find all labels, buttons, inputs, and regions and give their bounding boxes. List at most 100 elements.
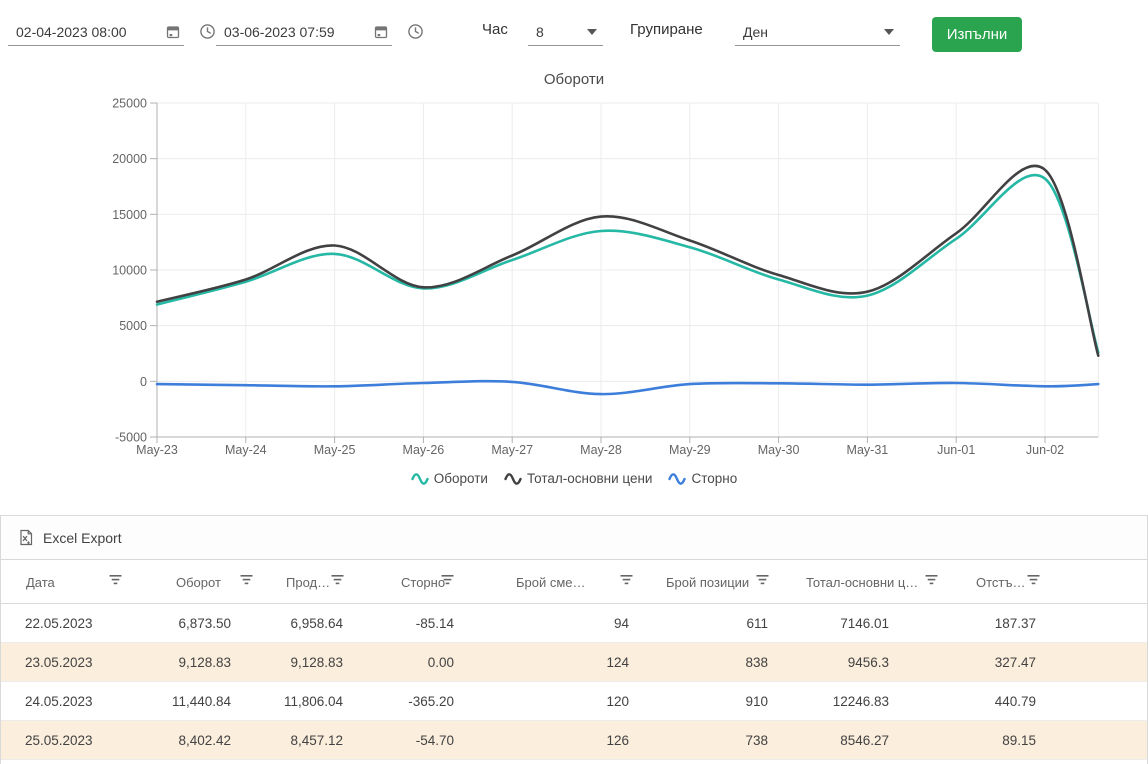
filter-icon[interactable] (109, 574, 122, 589)
table-cell (261, 760, 376, 764)
report-page: 02-04-2023 08:00 03-06-2023 07:59 Час 8 … (0, 0, 1148, 764)
time-picker-icon[interactable] (196, 20, 218, 42)
column-header-total-base-prices[interactable]: Тотал-основни цени (781, 560, 951, 604)
series-line-Сторно (157, 381, 1098, 394)
table-cell: 6,958.64 (261, 604, 376, 643)
filter-icon[interactable] (756, 574, 769, 589)
table-row: 25.05.20238,402.428,457.12-54.7012673885… (1, 721, 1147, 760)
series-wave-icon (504, 472, 522, 486)
table-cell: 8,402.42 (151, 721, 261, 760)
table-cell: 23.05.2023 (1, 643, 151, 682)
table-cell: 440.79 (951, 682, 1147, 721)
series-wave-icon (411, 472, 429, 486)
date-to-value[interactable]: 03-06-2023 07:59 (216, 24, 370, 40)
x-axis-tick-label: May-31 (847, 443, 889, 457)
calendar-icon[interactable] (162, 21, 184, 43)
grouping-dropdown-value: Ден (735, 24, 884, 40)
column-header-date[interactable]: Дата (1, 560, 151, 604)
hour-dropdown-value: 8 (528, 24, 587, 40)
x-axis-tick-label: Jun-01 (937, 443, 975, 457)
grouping-label: Групиране (630, 21, 703, 38)
legend-item[interactable]: Обороти (411, 471, 488, 486)
legend-label: Тотал-основни цени (527, 471, 653, 486)
chart-title: Обороти (0, 71, 1148, 88)
table-cell: 738 (641, 721, 781, 760)
calendar-icon[interactable] (370, 21, 392, 43)
time-picker-icon[interactable] (404, 20, 426, 42)
x-axis-tick-label: May-26 (403, 443, 445, 457)
table-cell: 9,128.83 (151, 643, 261, 682)
y-axis-tick-label: 25000 (112, 96, 147, 110)
filter-icon[interactable] (620, 574, 633, 589)
table-cell (151, 760, 261, 764)
table-cell: 187.37 (951, 604, 1147, 643)
chevron-down-icon (884, 29, 894, 35)
column-header-sales[interactable]: Прод… (261, 560, 376, 604)
table-cell: 94 (491, 604, 641, 643)
table-cell: 910 (641, 682, 781, 721)
filter-icon[interactable] (441, 574, 454, 589)
column-header-storno[interactable]: Сторно (376, 560, 491, 604)
filter-icon[interactable] (331, 574, 344, 589)
table-cell: 327.47 (951, 643, 1147, 682)
grouping-dropdown[interactable]: Ден (735, 18, 900, 46)
date-from-field[interactable]: 02-04-2023 08:00 (8, 18, 184, 46)
x-axis-tick-label: May-23 (136, 443, 178, 457)
table-cell (491, 760, 641, 764)
table-cell: 22.05.2023 (1, 604, 151, 643)
table-cell: 7146.01 (781, 604, 951, 643)
turnover-line-chart: 2500020000150001000050000-5000May-23May-… (0, 95, 1148, 463)
hour-dropdown[interactable]: 8 (528, 18, 603, 46)
table-cell: 120 (491, 682, 641, 721)
chart-legend: Обороти Тотал-основни цени Сторно (0, 471, 1148, 486)
legend-label: Обороти (434, 471, 488, 486)
excel-export-button[interactable]: Excel Export (1, 516, 1147, 560)
table-cell (1, 760, 151, 764)
table-cell: -85.14 (376, 604, 491, 643)
table-cell (781, 760, 951, 764)
excel-export-label: Excel Export (43, 530, 122, 546)
filter-icon[interactable] (240, 574, 253, 589)
x-axis-tick-label: May-27 (491, 443, 533, 457)
column-header-discount[interactable]: Отстъ… (951, 560, 1147, 604)
filter-icon[interactable] (925, 574, 938, 589)
x-axis-tick-label: Jun-02 (1026, 443, 1064, 457)
table-cell: 12246.83 (781, 682, 951, 721)
table-cell: 9,128.83 (261, 643, 376, 682)
table-cell: 24.05.2023 (1, 682, 151, 721)
table-cell: 124 (491, 643, 641, 682)
date-from-value[interactable]: 02-04-2023 08:00 (8, 24, 162, 40)
y-axis-tick-label: 15000 (112, 208, 147, 222)
table-cell: 9456.3 (781, 643, 951, 682)
query-toolbar: 02-04-2023 08:00 03-06-2023 07:59 Час 8 … (0, 0, 1148, 62)
table-cell: -54.70 (376, 721, 491, 760)
date-to-field[interactable]: 03-06-2023 07:59 (216, 18, 392, 46)
legend-label: Сторно (691, 471, 737, 486)
legend-item[interactable]: Тотал-основни цени (504, 471, 653, 486)
column-header-turnover[interactable]: Оборот (151, 560, 261, 604)
table-cell (376, 760, 491, 764)
x-axis-tick-label: May-28 (580, 443, 622, 457)
column-header-positions[interactable]: Брой позиции (641, 560, 781, 604)
legend-item[interactable]: Сторно (668, 471, 737, 486)
table-cell: 6,873.50 (151, 604, 261, 643)
table-cell: 0.00 (376, 643, 491, 682)
table-row-partial (1, 760, 1147, 764)
table-cell: 8546.27 (781, 721, 951, 760)
table-cell: 89.15 (951, 721, 1147, 760)
table-row: 24.05.202311,440.8411,806.04-365.2012091… (1, 682, 1147, 721)
hour-label: Час (482, 21, 508, 38)
results-table: Дата Оборот Прод… Сторно Брой сме… Брой … (1, 560, 1147, 764)
filter-icon[interactable] (1027, 574, 1040, 589)
x-axis-tick-label: May-25 (314, 443, 356, 457)
y-axis-tick-label: 5000 (119, 319, 147, 333)
column-header-shifts[interactable]: Брой сме… (491, 560, 641, 604)
execute-button[interactable]: Изпълни (932, 17, 1022, 52)
table-cell: 11,806.04 (261, 682, 376, 721)
results-grid: Excel Export Дата Оборот Прод… Сторно Бр… (0, 515, 1148, 764)
table-cell: 611 (641, 604, 781, 643)
series-wave-icon (668, 472, 686, 486)
y-axis-tick-label: 20000 (112, 152, 147, 166)
table-row: 22.05.20236,873.506,958.64-85.1494611714… (1, 604, 1147, 643)
table-cell (951, 760, 1147, 764)
